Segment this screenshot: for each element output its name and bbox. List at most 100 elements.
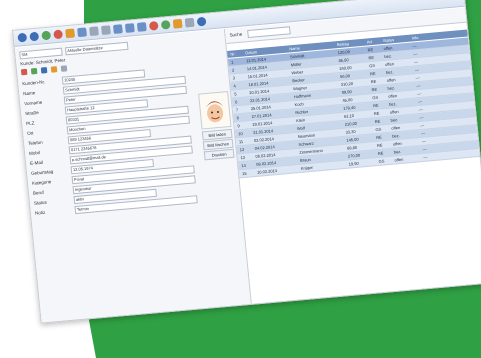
table-cell: Schmidt bbox=[289, 53, 305, 60]
table-cell: 6 bbox=[234, 99, 238, 105]
field-label: Kategorie bbox=[31, 179, 52, 186]
table-cell: GS bbox=[372, 94, 379, 101]
forward-icon[interactable] bbox=[29, 31, 40, 42]
table-cell: RE bbox=[367, 46, 374, 53]
table-cell: 270,00 bbox=[347, 152, 361, 159]
table-cell: bez. bbox=[385, 69, 394, 75]
table-cell: GS bbox=[378, 158, 385, 164]
table-cell: 10 bbox=[237, 130, 243, 137]
settings-icon[interactable] bbox=[184, 17, 195, 28]
table-cell: RE bbox=[373, 110, 380, 117]
table-cell: 62,10 bbox=[343, 112, 355, 119]
field-label: E-Mail bbox=[29, 159, 44, 166]
table-cell: 4 bbox=[233, 83, 236, 89]
cut-icon[interactable] bbox=[112, 24, 123, 34]
filter-dropdown[interactable]: Aktuelle Datensätze bbox=[64, 41, 129, 56]
table-cell: offen bbox=[391, 124, 401, 131]
field-label: Beruf bbox=[32, 189, 45, 196]
table-cell: 15 bbox=[241, 170, 247, 177]
table-cell: offen bbox=[383, 45, 393, 52]
grid-search-label: Suche bbox=[229, 31, 243, 38]
table-cell: — bbox=[419, 114, 424, 121]
col-header[interactable]: Info bbox=[411, 34, 418, 42]
table-cell: RE bbox=[372, 102, 379, 109]
table-cell: — bbox=[420, 130, 426, 137]
table-cell: — bbox=[421, 138, 427, 144]
table-cell: 14 bbox=[241, 162, 247, 169]
table-cell: Schwarz bbox=[298, 140, 315, 147]
table-cell: 12 bbox=[239, 146, 245, 153]
contact-icon[interactable] bbox=[20, 68, 28, 76]
field-label: PLZ bbox=[25, 120, 35, 127]
table-cell: — bbox=[412, 43, 417, 49]
table-cell: Wolf bbox=[296, 125, 306, 132]
table-cell: 88,80 bbox=[346, 144, 358, 151]
save-icon[interactable] bbox=[89, 26, 99, 37]
table-cell: — bbox=[418, 106, 423, 113]
table-cell: RE bbox=[370, 78, 377, 85]
copy-icon[interactable] bbox=[124, 23, 135, 33]
table-cell: bez. bbox=[390, 117, 399, 123]
table-cell: offen bbox=[388, 93, 398, 99]
table-cell: 210,00 bbox=[344, 120, 358, 127]
table-cell: Müller bbox=[290, 61, 302, 68]
col-header[interactable]: Nr. bbox=[230, 50, 236, 57]
back-icon[interactable] bbox=[17, 32, 28, 43]
paste-icon[interactable] bbox=[136, 22, 147, 32]
table-cell: — bbox=[416, 82, 421, 89]
table-cell: Richter bbox=[295, 109, 309, 116]
stop-icon[interactable] bbox=[53, 29, 64, 40]
col-header[interactable]: Art bbox=[367, 38, 373, 45]
col-header[interactable]: Status bbox=[382, 36, 395, 44]
table-cell: 5 bbox=[234, 91, 237, 97]
avatar bbox=[198, 91, 232, 130]
new-icon[interactable] bbox=[160, 19, 171, 30]
table-cell: 9 bbox=[237, 123, 240, 129]
table-cell: 8 bbox=[236, 115, 240, 121]
open-icon[interactable] bbox=[172, 18, 183, 29]
print-icon[interactable] bbox=[101, 25, 111, 36]
table-cell: Krüger bbox=[300, 164, 314, 171]
calendar-icon[interactable] bbox=[50, 66, 58, 73]
col-header[interactable]: Datum bbox=[245, 48, 257, 56]
table-cell: RE bbox=[375, 134, 383, 141]
mail-icon[interactable] bbox=[40, 67, 48, 74]
detail-form: SM Aktuelle Datensätze Kunde: Schmidt, P… bbox=[14, 29, 252, 323]
table-cell: 120,00 bbox=[337, 49, 351, 56]
table-cell: bez. bbox=[391, 132, 400, 139]
note-icon[interactable] bbox=[60, 65, 68, 72]
table-cell: 19,90 bbox=[348, 160, 359, 167]
table-cell: bez. bbox=[393, 148, 402, 155]
table-cell: — bbox=[422, 146, 427, 152]
refresh-icon[interactable] bbox=[41, 30, 52, 41]
table-cell: 33,30 bbox=[345, 128, 356, 135]
table-cell: RE bbox=[376, 142, 383, 148]
table-cell: bez. bbox=[384, 53, 393, 59]
table-cell: — bbox=[423, 154, 428, 160]
table-cell: offen bbox=[386, 77, 396, 83]
search-icon[interactable] bbox=[77, 27, 87, 38]
table-cell: 145,00 bbox=[346, 136, 359, 143]
table-cell: — bbox=[417, 98, 423, 105]
table-cell: — bbox=[414, 67, 420, 73]
table-cell: Klein bbox=[295, 117, 306, 124]
grid-search-input[interactable] bbox=[247, 26, 291, 39]
print-button[interactable]: Drucken bbox=[203, 148, 235, 161]
table-cell: 11 bbox=[238, 138, 244, 145]
delete-icon[interactable] bbox=[148, 21, 159, 31]
col-header[interactable]: Betrag bbox=[337, 40, 349, 48]
table-cell: Wagner bbox=[292, 85, 308, 92]
help-icon[interactable] bbox=[196, 16, 207, 27]
phone-icon[interactable] bbox=[30, 67, 38, 75]
record-grid: Suche Nr. Datum Name Betrag Art Status I… bbox=[224, 7, 481, 304]
home-icon[interactable] bbox=[65, 28, 76, 39]
table-cell: RE bbox=[374, 118, 381, 125]
table-cell: 2 bbox=[231, 67, 235, 73]
table-cell: 310,20 bbox=[340, 80, 354, 87]
col-header[interactable]: Name bbox=[289, 45, 300, 53]
field-label: Notiz bbox=[34, 209, 46, 216]
table-cell: — bbox=[415, 74, 420, 81]
table-cell: RE bbox=[371, 86, 378, 93]
table-cell: 7 bbox=[235, 107, 239, 113]
table-cell: offen bbox=[394, 156, 404, 163]
